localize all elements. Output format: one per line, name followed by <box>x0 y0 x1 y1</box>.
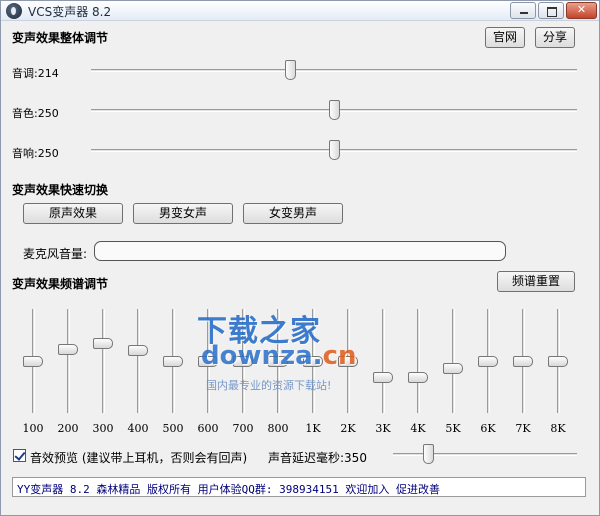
eq-band-label: 2K <box>340 422 356 435</box>
close-button[interactable]: ✕ <box>566 2 597 19</box>
status-bar: YY变声器 8.2 森林精品 版权所有 用户体验QQ群: 398934151 欢… <box>12 477 586 497</box>
eq-slider-track <box>67 309 70 413</box>
eq-band-label: 7K <box>515 422 531 435</box>
overall-section-title: 变声效果整体调节 <box>12 31 109 45</box>
pitch-slider-track <box>91 69 577 72</box>
eq-slider-thumb[interactable] <box>93 338 113 349</box>
delay-slider[interactable] <box>393 444 577 464</box>
eq-band-label: 5K <box>445 422 461 435</box>
pitch-label: 音调:214 <box>12 67 59 80</box>
eq-band-label: 8K <box>550 422 566 435</box>
eq-slider-track <box>102 309 105 413</box>
eq-slider-track <box>137 309 140 413</box>
eq-slider-7k[interactable] <box>510 309 536 413</box>
eq-slider-thumb[interactable] <box>23 356 43 367</box>
eq-slider-3k[interactable] <box>370 309 396 413</box>
title-bar[interactable]: VCS变声器 8.2 ✕ <box>1 1 599 21</box>
eq-slider-5k[interactable] <box>440 309 466 413</box>
share-button[interactable]: 分享 <box>535 27 575 48</box>
app-window: VCS变声器 8.2 ✕ 变声效果整体调节 官网 分享 音调:214 音色:25… <box>0 0 600 516</box>
official-site-button[interactable]: 官网 <box>485 27 525 48</box>
preview-label: 音效预览 (建议带上耳机，否则会有回声) <box>30 451 248 465</box>
minimize-button[interactable] <box>510 2 536 19</box>
echo-slider-thumb[interactable] <box>329 140 340 160</box>
timbre-slider[interactable] <box>91 100 577 120</box>
eq-slider-thumb[interactable] <box>513 356 533 367</box>
equalizer-title: 变声效果频谱调节 <box>12 277 109 291</box>
eq-band-label: 200 <box>57 422 79 435</box>
eq-slider-thumb[interactable] <box>163 356 183 367</box>
eq-slider-thumb[interactable] <box>478 356 498 367</box>
eq-slider-track <box>452 309 455 413</box>
eq-band-label: 6K <box>480 422 496 435</box>
timbre-slider-thumb[interactable] <box>329 100 340 120</box>
eq-slider-thumb[interactable] <box>408 372 428 383</box>
eq-band-label: 100 <box>22 422 44 435</box>
eq-slider-300[interactable] <box>90 309 116 413</box>
watermark-domain: downza.cn <box>201 341 356 371</box>
eq-slider-thumb[interactable] <box>443 363 463 374</box>
echo-label: 音响:250 <box>12 147 59 160</box>
eq-band-label: 700 <box>232 422 254 435</box>
delay-slider-track <box>393 453 577 456</box>
eq-slider-thumb[interactable] <box>58 344 78 355</box>
eq-band-label: 500 <box>162 422 184 435</box>
pitch-slider[interactable] <box>91 60 577 80</box>
original-voice-button[interactable]: 原声效果 <box>23 203 123 224</box>
eq-slider-400[interactable] <box>125 309 151 413</box>
watermark-slogan: 国内最专业的资源下载站! <box>206 379 332 392</box>
eq-slider-thumb[interactable] <box>548 356 568 367</box>
echo-slider[interactable] <box>91 140 577 160</box>
pitch-slider-thumb[interactable] <box>285 60 296 80</box>
eq-slider-track <box>382 309 385 413</box>
eq-slider-500[interactable] <box>160 309 186 413</box>
eq-reset-button[interactable]: 频谱重置 <box>497 271 575 292</box>
eq-slider-200[interactable] <box>55 309 81 413</box>
male-to-female-button[interactable]: 男变女声 <box>133 203 233 224</box>
eq-slider-6k[interactable] <box>475 309 501 413</box>
mic-volume-meter <box>94 241 506 261</box>
preview-checkbox[interactable] <box>13 449 26 462</box>
eq-band-label: 1K <box>305 422 321 435</box>
quick-switch-title: 变声效果快速切换 <box>12 183 109 197</box>
delay-slider-thumb[interactable] <box>423 444 434 464</box>
female-to-male-button[interactable]: 女变男声 <box>243 203 343 224</box>
maximize-button[interactable] <box>538 2 564 19</box>
timbre-label: 音色:250 <box>12 107 59 120</box>
app-logo-icon <box>6 3 22 19</box>
eq-slider-thumb[interactable] <box>373 372 393 383</box>
mic-volume-label: 麦克风音量: <box>23 247 88 261</box>
eq-slider-4k[interactable] <box>405 309 431 413</box>
eq-slider-thumb[interactable] <box>128 345 148 356</box>
eq-slider-8k[interactable] <box>545 309 571 413</box>
eq-band-label: 4K <box>410 422 426 435</box>
eq-slider-track <box>417 309 420 413</box>
watermark-domain-tld: cn <box>322 341 357 371</box>
eq-band-label: 600 <box>197 422 219 435</box>
eq-band-label: 400 <box>127 422 149 435</box>
eq-band-label: 300 <box>92 422 114 435</box>
status-text: YY变声器 8.2 森林精品 版权所有 用户体验QQ群: 398934151 欢… <box>17 483 440 496</box>
eq-slider-100[interactable] <box>20 309 46 413</box>
window-title: VCS变声器 8.2 <box>28 5 112 19</box>
delay-label: 声音延迟毫秒:350 <box>268 451 367 465</box>
eq-band-label: 800 <box>267 422 289 435</box>
eq-band-label: 3K <box>375 422 391 435</box>
watermark-domain-main: downza. <box>201 341 323 371</box>
